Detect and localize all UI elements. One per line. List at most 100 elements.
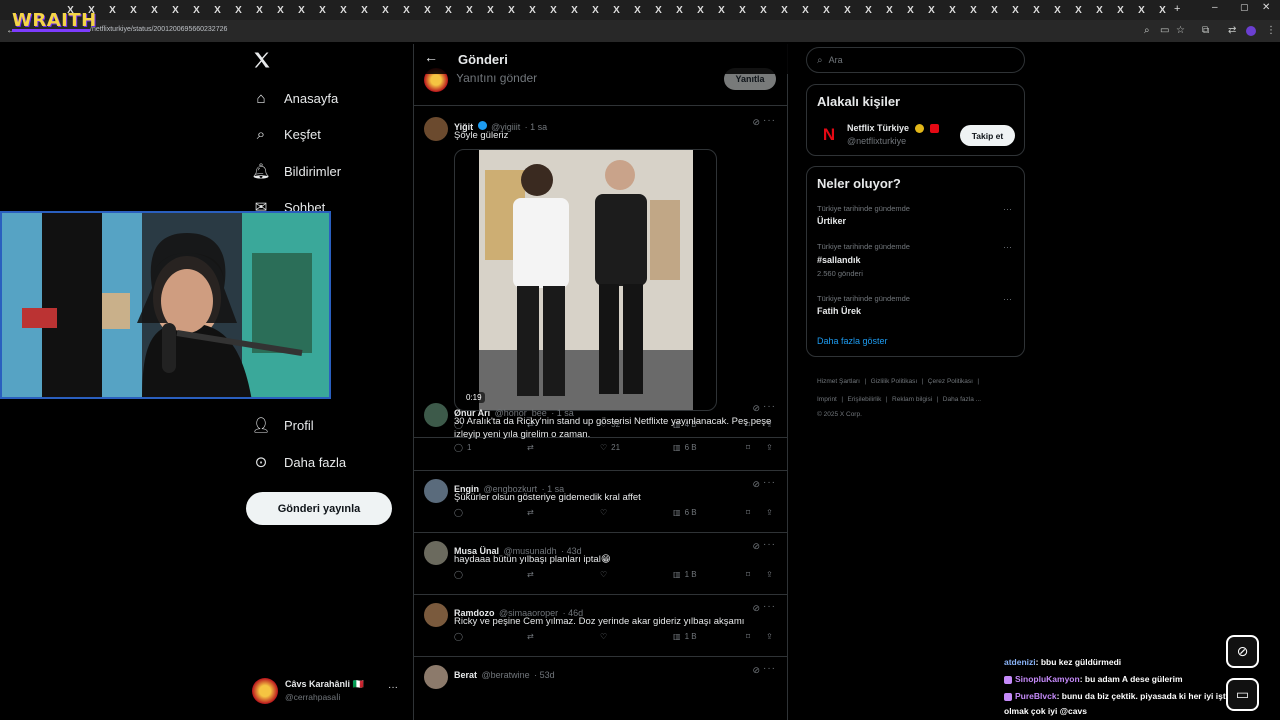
extensions-icon[interactable]: ⧉ [1202, 25, 1209, 36]
reply-post[interactable]: Engin @engbozkurt · 1 sa ⊘ ··· Şükürler ols… [414, 471, 788, 533]
browser-tab[interactable]: X [963, 5, 984, 16]
reply-post[interactable]: Berat @beratwine · 53d ⊘ ··· [414, 657, 788, 700]
browser-tab[interactable]: X [1152, 5, 1173, 16]
cast-icon[interactable]: ▭ [1160, 25, 1169, 36]
views-action[interactable]: ▥ 1 B [673, 632, 697, 641]
browser-tab[interactable]: X [228, 5, 249, 16]
more-icon[interactable]: ··· [763, 115, 776, 126]
browser-tab[interactable]: X [333, 5, 354, 16]
retweet-action[interactable]: ⇄ [527, 570, 538, 579]
browser-tab[interactable]: X [669, 5, 690, 16]
browser-tab[interactable]: X [858, 5, 879, 16]
browser-tab[interactable]: X [690, 5, 711, 16]
share-action[interactable]: ⇪ [766, 632, 773, 641]
browser-tab[interactable]: X [774, 5, 795, 16]
browser-tab[interactable]: X [354, 5, 375, 16]
browser-tab[interactable]: X [606, 5, 627, 16]
related-name[interactable]: Netflix Türkiye [847, 123, 909, 133]
avatar[interactable] [424, 603, 448, 627]
browser-tab[interactable]: X [837, 5, 858, 16]
profile-avatar[interactable] [1246, 26, 1256, 36]
browser-tab[interactable]: X [417, 5, 438, 16]
restore-icon[interactable]: ▢ [1240, 2, 1249, 13]
back-arrow-icon[interactable]: ← [424, 49, 438, 65]
grok-icon[interactable]: ⊘ [752, 541, 760, 552]
grok-icon[interactable]: ⊘ [752, 479, 760, 490]
sync-icon[interactable]: ⇄ [1228, 25, 1236, 36]
browser-tab[interactable]: X [879, 5, 900, 16]
browser-tab[interactable]: X [501, 5, 522, 16]
chat-popout-button[interactable]: ▭ [1226, 678, 1259, 711]
nav-item-anasayfa[interactable]: ⌂ Anasayfa [252, 89, 338, 107]
footer-link[interactable]: Hizmet Şartları [817, 378, 860, 385]
star-icon[interactable]: ☆ [1176, 25, 1185, 36]
nav-item-keşfet[interactable]: ⌕ Keşfet [252, 125, 321, 143]
more-icon[interactable]: ··· [763, 663, 776, 674]
author-name[interactable]: Berat [454, 670, 477, 680]
browser-tab[interactable]: X [1068, 5, 1089, 16]
browser-tab[interactable]: X [249, 5, 270, 16]
reply-post[interactable]: Ramdozo @simaaoroper · 46d ⊘ ··· Ricky ve p… [414, 595, 788, 657]
footer-link[interactable]: Gizlilik Politikası [871, 378, 918, 385]
browser-tab[interactable]: X [648, 5, 669, 16]
footer-link[interactable]: Daha fazla ... [943, 396, 981, 403]
reply-action[interactable]: ◯ 1 [454, 443, 471, 452]
browser-tab[interactable]: X [291, 5, 312, 16]
browser-tab[interactable]: X [1110, 5, 1131, 16]
menu-icon[interactable]: ⋮ [1266, 25, 1276, 36]
reply-post[interactable]: Ønur Arı @honor_bee · 1 sa ⊘ ··· 30 Aralık'… [414, 395, 788, 471]
netflix-logo-icon[interactable]: N [817, 123, 841, 147]
follow-button[interactable]: Takip et [960, 125, 1015, 146]
browser-tab[interactable]: X [816, 5, 837, 16]
browser-tab[interactable]: X [1131, 5, 1152, 16]
browser-tab[interactable]: X [711, 5, 732, 16]
browser-tab[interactable]: X [144, 5, 165, 16]
browser-tab[interactable]: X [942, 5, 963, 16]
avatar[interactable] [424, 403, 448, 427]
browser-tab[interactable]: X [522, 5, 543, 16]
avatar[interactable] [424, 479, 448, 503]
browser-tab[interactable]: X [186, 5, 207, 16]
share-action[interactable]: ⇪ [766, 443, 773, 452]
minimize-icon[interactable]: – [1212, 2, 1218, 13]
trend-more-icon[interactable]: ··· [1003, 242, 1012, 252]
browser-tab[interactable]: X [438, 5, 459, 16]
share-action[interactable]: ⇪ [766, 570, 773, 579]
views-action[interactable]: ▥ 6 B [673, 443, 697, 452]
like-action[interactable]: ♡ [600, 508, 611, 517]
bookmark-action[interactable]: ⌑ [746, 443, 750, 452]
browser-tab[interactable]: X [1089, 5, 1110, 16]
retweet-action[interactable]: ⇄ [527, 508, 538, 517]
reply-action[interactable]: ◯ [454, 508, 467, 517]
browser-tab[interactable]: X [984, 5, 1005, 16]
like-action[interactable]: ♡ 21 [600, 443, 620, 452]
avatar[interactable] [424, 541, 448, 565]
browser-tab[interactable]: X [921, 5, 942, 16]
new-tab-button[interactable]: + [1174, 3, 1180, 15]
browser-tab[interactable]: X [270, 5, 291, 16]
browser-tab[interactable]: X [732, 5, 753, 16]
views-action[interactable]: ▥ 1 B [673, 570, 697, 579]
browser-tab[interactable]: X [543, 5, 564, 16]
browser-tab[interactable]: X [102, 5, 123, 16]
footer-link[interactable]: Imprint [817, 396, 837, 403]
browser-tab[interactable]: X [480, 5, 501, 16]
browser-tab[interactable]: X [1005, 5, 1026, 16]
bookmark-action[interactable]: ⌑ [746, 508, 750, 517]
search-input[interactable]: Ara [829, 55, 843, 65]
zoom-icon[interactable]: ⌕ [1144, 25, 1150, 36]
url-text[interactable]: /netflixturkiye/status/20012006956602327… [90, 26, 227, 33]
browser-tab[interactable]: X [900, 5, 921, 16]
post-main[interactable]: Yiğit @yigiiit · 1 sa ⊘ ··· Şöyle güleri… [414, 107, 788, 438]
share-action[interactable]: ⇪ [766, 508, 773, 517]
author-handle[interactable]: @beratwine [481, 670, 529, 680]
views-action[interactable]: ▥ 6 B [673, 508, 697, 517]
grok-icon[interactable]: ⊘ [752, 603, 760, 614]
avatar[interactable] [424, 665, 448, 689]
like-action[interactable]: ♡ [600, 632, 611, 641]
related-handle[interactable]: @netflixturkiye [847, 136, 906, 146]
browser-tab[interactable]: X [585, 5, 606, 16]
browser-tab[interactable]: X [312, 5, 333, 16]
nav-item-bildirimler[interactable]: 🔔︎ Bildirimler [251, 162, 341, 180]
browser-tab[interactable]: X [753, 5, 774, 16]
